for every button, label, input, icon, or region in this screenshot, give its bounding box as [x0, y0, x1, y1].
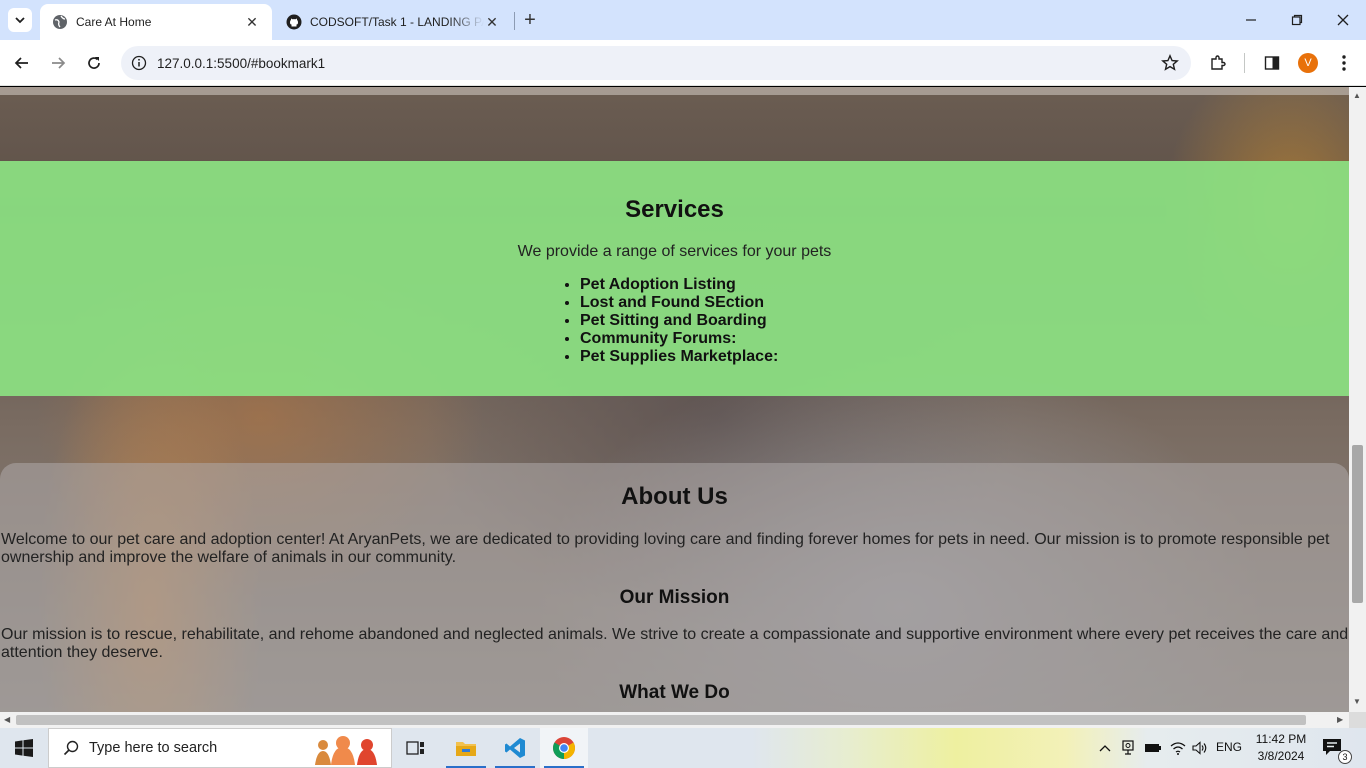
vertical-scrollbar[interactable]: ▲ ▼: [1349, 87, 1366, 712]
menu-button[interactable]: [1332, 51, 1356, 75]
mission-text: Our mission is to rescue, rehabilitate, …: [1, 626, 1349, 661]
scroll-up-icon[interactable]: ▲: [1353, 91, 1361, 100]
scroll-right-icon[interactable]: ▶: [1337, 715, 1343, 724]
list-item: Lost and Found SEction: [580, 294, 778, 312]
folder-icon: [456, 742, 476, 756]
puzzle-icon: [1211, 55, 1226, 70]
toolbar-divider: [1244, 53, 1245, 73]
browser-toolbar: 127.0.0.1:5500/#bookmark1: [0, 40, 1366, 86]
list-item: Pet Sitting and Boarding: [580, 312, 778, 330]
close-tab-icon[interactable]: ✕: [244, 14, 260, 30]
restore-icon: [1291, 14, 1303, 26]
language-indicator[interactable]: ENG: [1216, 740, 1242, 754]
action-center-button[interactable]: 3: [1322, 738, 1352, 764]
start-button[interactable]: [0, 728, 48, 768]
more-vert-icon: [1342, 55, 1346, 71]
windows-taskbar: Type here to search ENG 11:42 PM 3/8/202…: [0, 728, 1366, 768]
side-panel-button[interactable]: [1260, 51, 1284, 75]
search-placeholder: Type here to search: [89, 740, 218, 756]
about-title: About Us: [621, 483, 728, 510]
search-highlight-icon: [315, 736, 377, 765]
list-item: Community Forums:: [580, 330, 778, 348]
url-text[interactable]: 127.0.0.1:5500/#bookmark1: [157, 56, 325, 71]
about-intro: Welcome to our pet care and adoption cen…: [1, 531, 1330, 566]
mission-title: Our Mission: [619, 587, 730, 608]
tab-strip: Care At Home ✕ CODSOFT/Task 1 - LANDING …: [0, 0, 1366, 40]
what-we-do-title: What We Do: [619, 682, 730, 703]
windows-logo-icon: [15, 739, 33, 757]
services-section: Services We provide a range of services …: [0, 161, 1349, 396]
forward-button[interactable]: [44, 49, 72, 77]
speaker-icon: [1192, 741, 1207, 755]
battery-tray[interactable]: [1143, 728, 1163, 768]
minimize-button[interactable]: [1228, 0, 1274, 40]
tab-codsoft[interactable]: CODSOFT/Task 1 - LANDING PAGE ✕: [274, 4, 512, 40]
vscode-icon: [505, 738, 525, 758]
profile-avatar[interactable]: V: [1298, 53, 1318, 73]
scroll-down-icon[interactable]: ▼: [1353, 697, 1361, 706]
chevron-down-icon: [15, 17, 25, 24]
globe-icon: [53, 15, 67, 29]
reload-button[interactable]: [80, 49, 108, 77]
close-icon: [1337, 14, 1349, 26]
page-top-band: [0, 87, 1349, 95]
notification-count-badge: 3: [1338, 750, 1352, 764]
battery-icon: [1145, 744, 1161, 752]
vscode-button[interactable]: [491, 728, 539, 768]
clock-time: 11:42 PM: [1255, 732, 1307, 746]
clock-date: 3/8/2024: [1257, 749, 1305, 763]
show-hidden-icons[interactable]: [1096, 728, 1114, 768]
scroll-left-icon[interactable]: ◀: [4, 715, 10, 724]
info-icon[interactable]: [131, 55, 147, 71]
extensions-button[interactable]: [1206, 51, 1230, 75]
search-icon: [63, 740, 79, 756]
vertical-scroll-thumb[interactable]: [1352, 445, 1363, 603]
github-icon: [286, 14, 302, 30]
about-section: About Us Welcome to our pet care and ado…: [0, 463, 1349, 712]
meet-now-tray[interactable]: [1120, 728, 1138, 768]
tab-search-button[interactable]: [8, 8, 32, 32]
volume-tray[interactable]: [1190, 728, 1210, 768]
address-bar[interactable]: 127.0.0.1:5500/#bookmark1: [121, 46, 1191, 80]
arrow-left-icon: [14, 57, 28, 69]
services-title: Services: [625, 196, 724, 223]
close-window-button[interactable]: [1320, 0, 1366, 40]
side-panel-icon: [1264, 56, 1280, 70]
tab-title: CODSOFT/Task 1 - LANDING PAGE: [310, 15, 484, 29]
bookmark-star-icon[interactable]: [1161, 54, 1179, 72]
tab-divider: [514, 12, 515, 30]
new-tab-button[interactable]: +: [520, 9, 540, 31]
page-viewport: Services We provide a range of services …: [0, 87, 1349, 712]
wifi-icon: [1170, 742, 1186, 755]
reload-icon: [88, 57, 100, 69]
tab-title: Care At Home: [76, 15, 152, 29]
restore-button[interactable]: [1274, 0, 1320, 40]
close-tab-icon[interactable]: ✕: [484, 14, 500, 30]
clock[interactable]: 11:42 PM 3/8/2024: [1248, 731, 1314, 765]
network-tray[interactable]: [1168, 728, 1188, 768]
scrollbar-corner: [1349, 712, 1366, 728]
horizontal-scroll-thumb[interactable]: [16, 715, 1306, 725]
chrome-button[interactable]: [540, 728, 588, 768]
list-item: Pet Adoption Listing: [580, 276, 778, 294]
minimize-icon: [1246, 19, 1256, 21]
task-view-icon: [406, 741, 424, 755]
chrome-icon: [553, 737, 575, 759]
webcam-icon: [1122, 740, 1134, 755]
taskbar-search[interactable]: Type here to search: [48, 728, 392, 768]
horizontal-scrollbar[interactable]: ◀ ▶: [0, 712, 1349, 728]
tab-care-at-home[interactable]: Care At Home ✕: [40, 4, 272, 40]
chevron-up-icon: [1099, 745, 1111, 752]
services-list: Pet Adoption Listing Lost and Found SEct…: [580, 276, 778, 366]
back-button[interactable]: [8, 49, 36, 77]
file-explorer-button[interactable]: [442, 728, 490, 768]
task-view-button[interactable]: [392, 728, 440, 768]
list-item: Pet Supplies Marketplace:: [580, 348, 778, 366]
services-lead: We provide a range of services for your …: [517, 243, 832, 260]
arrow-right-icon: [52, 57, 66, 69]
